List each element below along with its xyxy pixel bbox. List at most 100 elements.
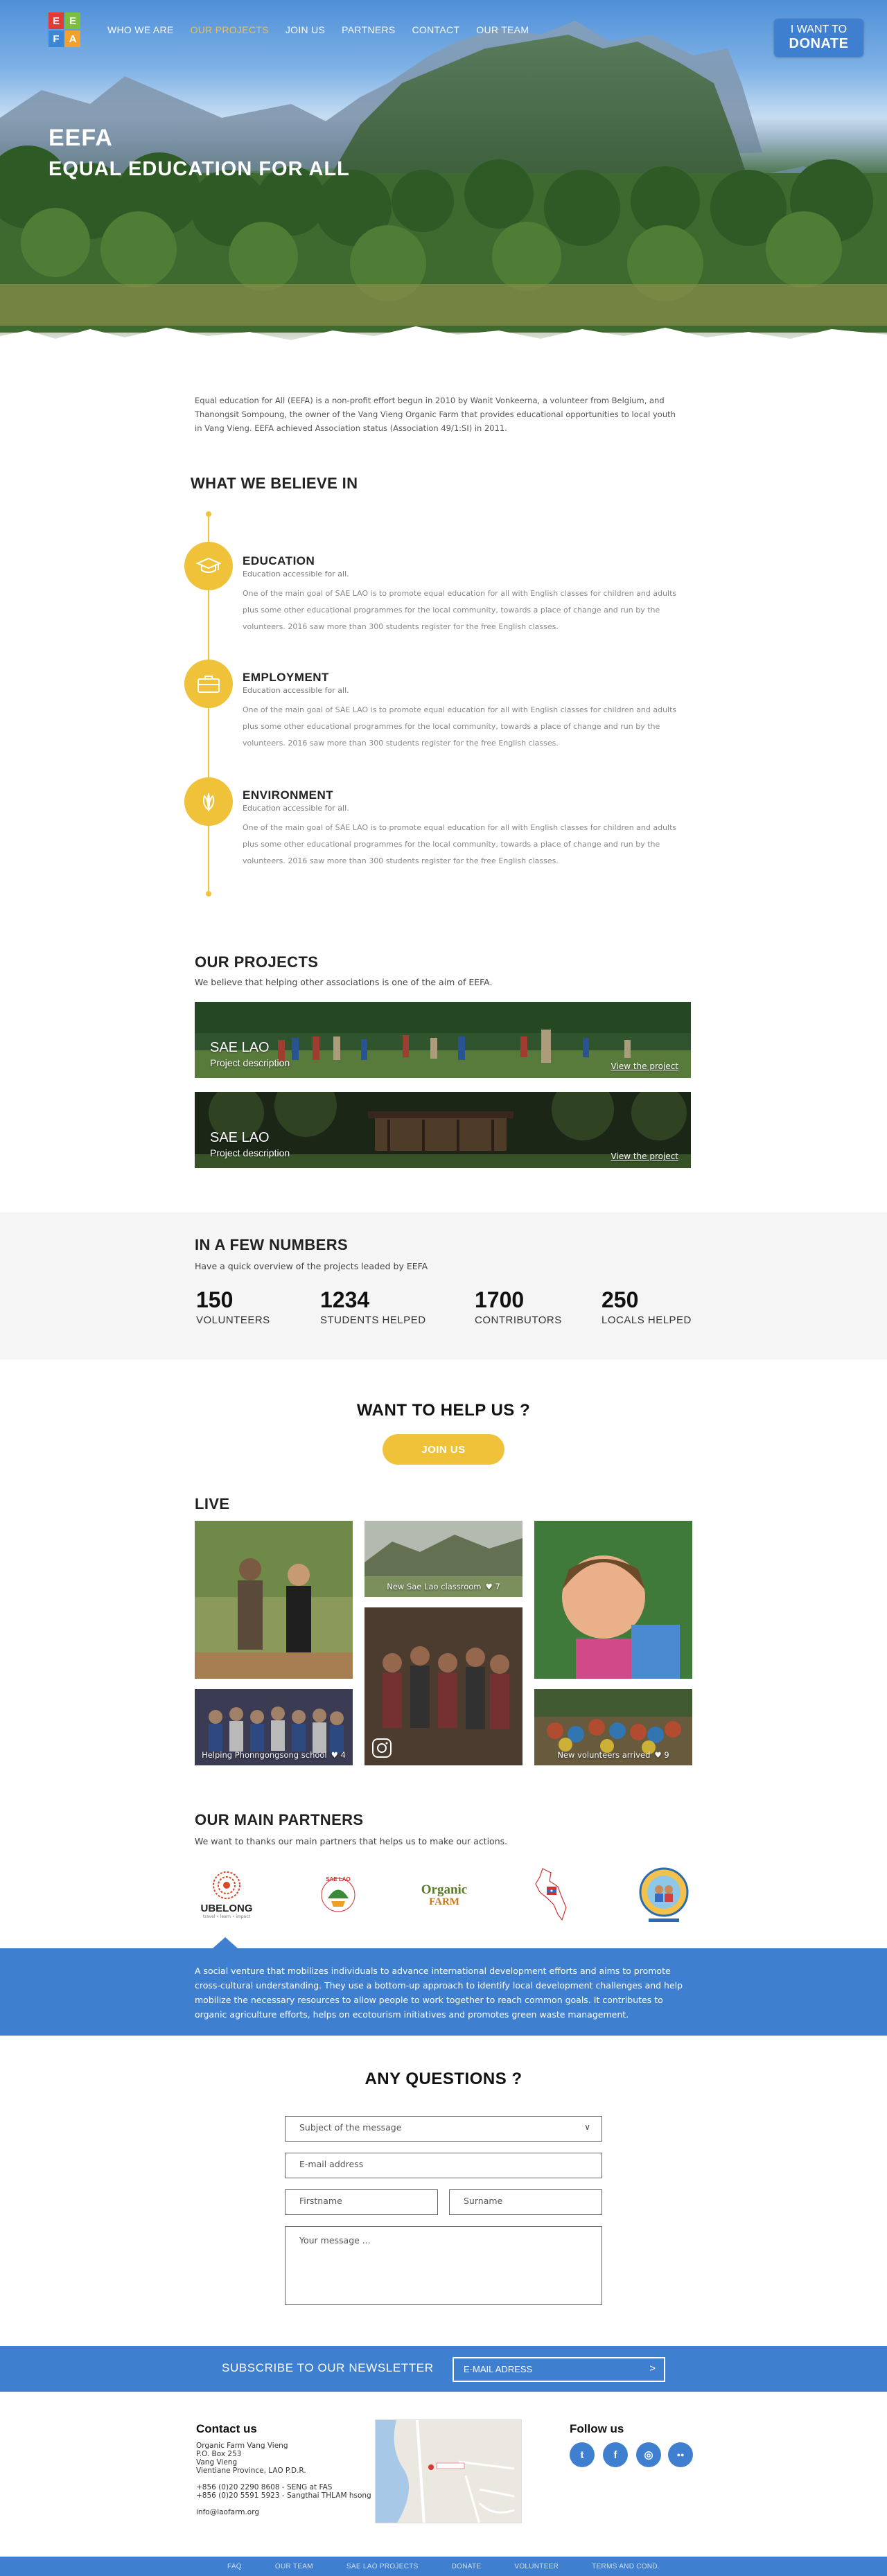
education-circle (184, 542, 233, 590)
stat-label: VOLUNTEERS (196, 1314, 270, 1326)
projects-subtitle: We believe that helping other associatio… (195, 977, 493, 987)
hero-banner: E E F A WHO WE ARE OUR PROJECTS JOIN US … (0, 0, 887, 346)
footer-donate-link[interactable]: DONATE (452, 2563, 482, 2570)
stat-volunteers: 150 VOLUNTEERS (196, 1287, 270, 1326)
live-photo-tile[interactable] (534, 1521, 692, 1679)
partner-logo-organic-farm[interactable]: Organic FARM (413, 1864, 475, 1926)
join-us-button[interactable]: JOIN US (383, 1434, 504, 1465)
belief-text: One of the main goal of SAE LAO is to pr… (243, 705, 677, 748)
submit-arrow-icon[interactable]: > (649, 2363, 656, 2374)
twitter-icon[interactable]: t (570, 2442, 595, 2467)
partner-logo-school[interactable] (633, 1864, 694, 1926)
location-map[interactable] (375, 2419, 522, 2523)
heart-icon: ♥ (331, 1750, 338, 1760)
live-photo-tile[interactable]: Helping Phonngongsong school ♥ 4 (195, 1689, 353, 1765)
firstname-field[interactable]: Firstname (285, 2189, 438, 2215)
nav-join-us[interactable]: JOIN US (286, 24, 325, 35)
partner-logo-saelao[interactable]: SAE LAO (310, 1864, 366, 1926)
project-title: SAE LAO (210, 1130, 270, 1145)
belief-education: EDUCATION Education accessible for all. … (243, 554, 693, 635)
view-project-link[interactable]: View the project (611, 1061, 678, 1071)
instagram-icon[interactable]: ◎ (636, 2442, 661, 2467)
heart-icon: ♥ (654, 1750, 662, 1760)
partners-subtitle: We want to thanks our main partners that… (195, 1836, 508, 1846)
partner-description: A social venture that mobilizes individu… (195, 1966, 683, 2020)
subject-select[interactable]: Subject of the message ∨ (285, 2116, 602, 2142)
belief-subtitle: Education accessible for all. (243, 804, 349, 813)
newsletter-email-input[interactable]: E-MAIL ADRESS > (453, 2357, 665, 2382)
view-project-link[interactable]: View the project (611, 1152, 678, 1161)
message-textarea[interactable]: Your message ... (285, 2226, 602, 2305)
belief-employment: EMPLOYMENT Education accessible for all.… (243, 671, 693, 752)
live-caption-text: New volunteers arrived (557, 1750, 651, 1760)
belief-text: One of the main goal of SAE LAO is to pr… (243, 589, 677, 631)
stat-contributors: 1700 CONTRIBUTORS (475, 1287, 562, 1326)
nav-our-projects[interactable]: OUR PROJECTS (191, 24, 269, 35)
nav-partners[interactable]: PARTNERS (342, 24, 395, 35)
ubelong-wordmark: UBELONG (200, 1903, 253, 1914)
footer-team-link[interactable]: OUR TEAM (275, 2563, 313, 2570)
flickr-icon[interactable]: ●● (668, 2442, 693, 2467)
belief-subtitle: Education accessible for all. (243, 686, 349, 695)
live-photo-tile[interactable]: New Sae Lao classroom ♥ 7 (365, 1521, 522, 1597)
organic-wordmark: Organic (421, 1882, 468, 1897)
live-photo (195, 1521, 353, 1679)
contact-line: Organic Farm Vang Vieng (196, 2442, 288, 2450)
nav-contact[interactable]: CONTACT (412, 24, 460, 35)
logo-letter-e2: E (65, 12, 80, 29)
contact-line: Vang Vieng (196, 2458, 238, 2467)
live-photo-tile[interactable]: New volunteers arrived ♥ 9 (534, 1689, 692, 1765)
logo-letter-e1: E (49, 12, 64, 29)
questions-heading: ANY QUESTIONS ? (365, 2070, 522, 2088)
banner-pointer (213, 1937, 238, 1948)
stat-value: 1700 (475, 1287, 525, 1312)
contact-phone: +856 (0)20 2290 8608 - SENG at FAS (196, 2483, 333, 2491)
subject-select-value: Subject of the message (299, 2122, 402, 2133)
project-title: SAE LAO (210, 1040, 270, 1055)
timeline-dot-top (206, 511, 211, 517)
footer-nav: FAQ OUR TEAM SAE LAO PROJECTS DONATE VOL… (0, 2557, 887, 2576)
belief-title: EDUCATION (243, 554, 315, 567)
chevron-down-icon: ∨ (584, 2122, 590, 2132)
project-card[interactable]: SAE LAO Project description View the pro… (195, 1092, 691, 1168)
footer-terms-link[interactable]: TERMS AND COND. (592, 2563, 660, 2570)
projects-heading: OUR PROJECTS (195, 953, 319, 971)
belief-subtitle: Education accessible for all. (243, 570, 349, 579)
contact-email-link[interactable]: info@laofarm.org (196, 2508, 259, 2516)
ubelong-tagline: travel • learn • impact (203, 1914, 250, 1919)
contact-heading: Contact us (196, 2422, 257, 2435)
donate-line2: DONATE (789, 36, 849, 51)
surname-field[interactable]: Surname (449, 2189, 602, 2215)
stat-label: LOCALS HELPED (601, 1314, 692, 1326)
project-description: Project description (210, 1147, 290, 1158)
newsletter-label: SUBSCRIBE TO OUR NEWSLETTER (222, 2361, 434, 2374)
live-caption-text: Helping Phonngongsong school (202, 1750, 327, 1760)
hero-subtitle: EQUAL EDUCATION FOR ALL (49, 158, 350, 180)
live-caption: Helping Phonngongsong school ♥ 4 (195, 1750, 353, 1760)
footer-volunteer-link[interactable]: VOLUNTEER (514, 2563, 559, 2570)
facebook-icon[interactable]: f (603, 2442, 628, 2467)
email-field[interactable]: E-mail address (285, 2153, 602, 2178)
torn-edge-divider (0, 326, 887, 346)
stat-value: 250 (601, 1287, 639, 1312)
partners-heading: OUR MAIN PARTNERS (195, 1811, 364, 1828)
live-photo-tile[interactable] (195, 1521, 353, 1679)
nav-who-we-are[interactable]: WHO WE ARE (107, 24, 174, 35)
main-nav: WHO WE ARE OUR PROJECTS JOIN US PARTNERS… (107, 24, 529, 35)
partner-logo-laos-map[interactable] (527, 1864, 575, 1926)
partner-logo-ubelong[interactable]: UBELONG travel • learn • impact (192, 1864, 261, 1926)
live-caption-text: New Sae Lao classroom (387, 1582, 482, 1591)
live-photo-tile[interactable] (365, 1607, 522, 1765)
footer-projects-link[interactable]: SAE LAO PROJECTS (346, 2563, 419, 2570)
nav-our-team[interactable]: OUR TEAM (476, 24, 529, 35)
footer-faq-link[interactable]: FAQ (227, 2563, 242, 2570)
belief-text: One of the main goal of SAE LAO is to pr… (243, 823, 677, 865)
live-heading: LIVE (195, 1495, 230, 1512)
newsletter-bar: SUBSCRIBE TO OUR NEWSLETTER E-MAIL ADRES… (0, 2346, 887, 2392)
project-card[interactable]: SAE LAO Project description View the pro… (195, 1002, 691, 1078)
logo-letter-f: F (49, 30, 64, 47)
donate-button[interactable]: I WANT TO DONATE (774, 19, 863, 57)
school-logo-icon (639, 1867, 689, 1922)
live-heart-count: 9 (664, 1750, 669, 1760)
eefa-logo[interactable]: E E F A (49, 12, 80, 47)
